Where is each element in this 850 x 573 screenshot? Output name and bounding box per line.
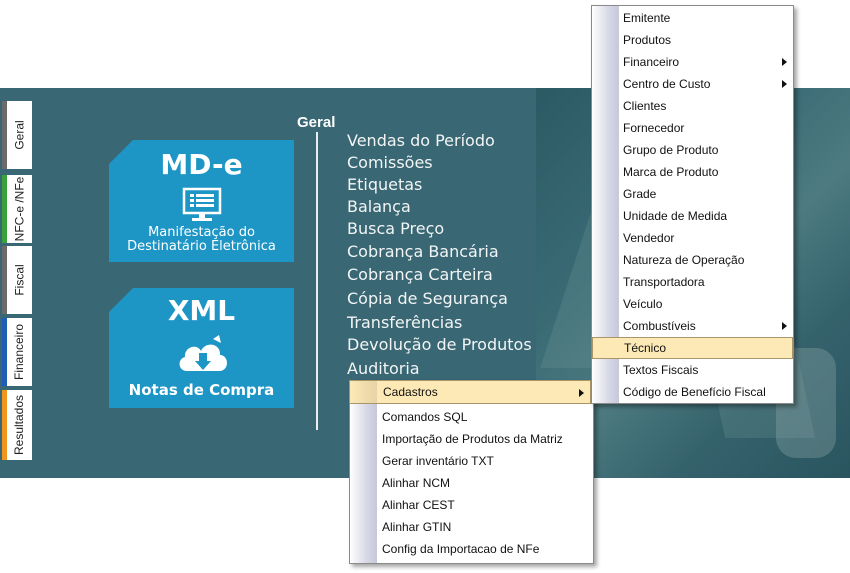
tab-geral[interactable]: Geral [2,101,32,169]
xml-subtitle: Notas de Compra [128,381,275,399]
cadastros-menu-item[interactable]: Natureza de Operação [592,249,793,271]
auditoria-menu-item[interactable]: Comandos SQL [350,406,593,428]
menu-item-label: Unidade de Medida [623,209,728,223]
cadastros-menu-item[interactable]: Financeiro [592,51,793,73]
geral-item[interactable]: Cópia de Segurança [347,289,508,308]
menu-item-label: Código de Benefício Fiscal [623,385,766,399]
cadastros-menu: Emitente Produtos Financeiro Centro de Cust… [591,5,794,404]
tab-nfc-e-nfe[interactable]: NFC-e /NFe [2,175,32,243]
submenu-arrow-icon [782,80,787,88]
menu-item-label: Clientes [623,99,667,113]
mde-card[interactable]: MD-e Manifestação do Destinatário Eletrô… [109,140,294,262]
auditoria-menu-item[interactable]: Gerar inventário TXT [350,450,593,472]
geral-item[interactable]: Comissões [347,153,433,172]
geral-item[interactable]: Devolução de Produtos [347,335,532,354]
cadastros-menu-item[interactable]: Veículo [592,293,793,315]
xml-card[interactable]: XML Notas de Compra [109,288,294,408]
tab-resultados[interactable]: Resultados [2,390,32,460]
menu-item-label: Transportadora [623,275,705,289]
cadastros-menu-item[interactable]: Transportadora [592,271,793,293]
cadastros-menu-item[interactable]: Unidade de Medida [592,205,793,227]
cadastros-menu-item[interactable]: Produtos [592,29,793,51]
auditoria-menu-item[interactable]: Config da Importacao de NFe [350,538,593,560]
cadastros-menu-item[interactable]: Combustíveis [592,315,793,337]
geral-heading: Geral [297,114,336,131]
geral-item[interactable]: Cobrança Bancária [347,242,499,261]
menu-item-label: Financeiro [623,55,680,69]
menu-item-cadastros-label: Cadastros [383,385,438,399]
app-screen: Geral NFC-e /NFe Fiscal Financeiro Resultado… [0,0,850,573]
menu-item-label: Fornecedor [623,121,685,135]
auditoria-menu-item[interactable]: Alinhar GTIN [350,516,593,538]
submenu-arrow-icon [782,58,787,66]
cadastros-menu-item[interactable]: Vendedor [592,227,793,249]
submenu-arrow-icon [579,389,584,397]
menu-item-label: Centro de Custo [623,77,711,91]
geral-item[interactable]: Balança [347,197,411,216]
tab-label: NFC-e /NFe [12,176,27,242]
tab-label: Fiscal [12,264,27,296]
submenu-arrow-icon [782,322,787,330]
cadastros-menu-item[interactable]: Grupo de Produto [592,139,793,161]
geral-item[interactable]: Vendas do Período [347,131,495,150]
auditoria-menu-item[interactable]: Alinhar NCM [350,472,593,494]
geral-item[interactable]: Busca Preço [347,219,444,238]
tab-label: Resultados [12,394,27,456]
geral-item[interactable]: Transferências [347,313,462,332]
tab-label: Geral [12,120,27,150]
tab-label: Financeiro [12,323,27,381]
auditoria-menu: Comandos SQL Importação de Produtos da Ma… [349,380,594,564]
cadastros-menu-item[interactable]: Emitente [592,7,793,29]
menu-item-label: Textos Fiscais [623,363,699,377]
cadastros-menu-item[interactable]: Textos Fiscais [592,359,793,381]
cadastros-menu-item[interactable]: Técnico [592,337,793,359]
mde-line1: Manifestação do [148,225,255,240]
cadastros-menu-item[interactable]: Código de Benefício Fiscal [592,381,793,403]
cadastros-menu-item[interactable]: Centro de Custo [592,73,793,95]
xml-title: XML [167,294,236,327]
menu-item-label: Produtos [623,33,672,47]
menu-item-label: Veículo [623,297,663,311]
geral-item[interactable]: Cobrança Carteira [347,265,493,284]
tab-financeiro[interactable]: Financeiro [2,318,32,386]
menu-item-label: Vendedor [623,231,675,245]
tab-fiscal[interactable]: Fiscal [2,246,32,314]
menu-item-label: Emitente [623,11,671,25]
menu-item-label: Técnico [624,341,667,355]
geral-item[interactable]: Etiquetas [347,175,422,194]
geral-divider [316,132,318,430]
auditoria-menu-item[interactable]: Importação de Produtos da Matriz [350,428,593,450]
menu-item-label: Marca de Produto [623,165,719,179]
mde-title: MD-e [160,148,243,181]
monitor-form-icon [182,187,222,228]
cadastros-menu-item[interactable]: Grade [592,183,793,205]
menu-item-label: Natureza de Operação [623,253,745,267]
menu-item-cadastros[interactable]: Cadastros [349,380,591,404]
menu-item-label: Grade [623,187,657,201]
cloud-download-icon [175,333,231,382]
geral-item[interactable]: Auditoria [347,359,420,378]
menu-item-label: Combustíveis [623,319,696,333]
cadastros-menu-item[interactable]: Marca de Produto [592,161,793,183]
menu-item-label: Grupo de Produto [623,143,719,157]
mde-line2: Destinatário Eletrônica [127,239,276,254]
auditoria-menu-item[interactable]: Alinhar CEST [350,494,593,516]
cadastros-menu-item[interactable]: Clientes [592,95,793,117]
cadastros-menu-item[interactable]: Fornecedor [592,117,793,139]
